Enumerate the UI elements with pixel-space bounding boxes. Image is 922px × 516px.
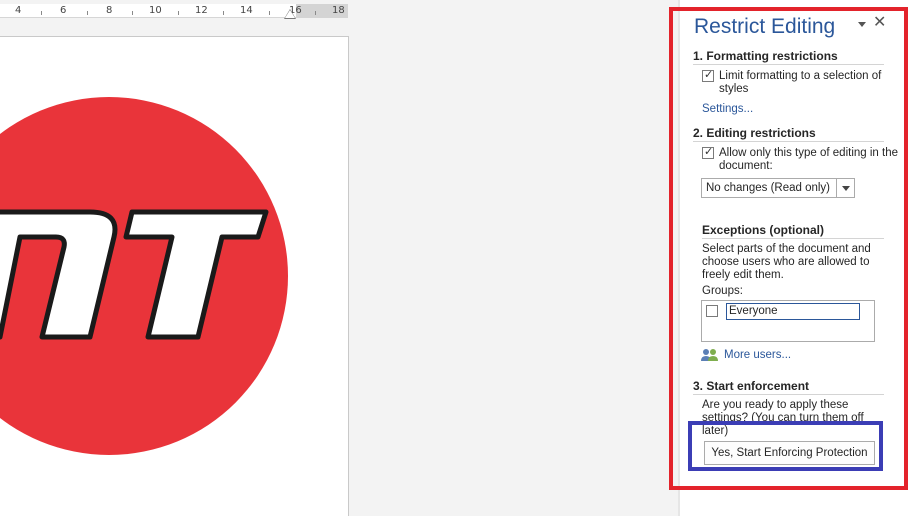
horizontal-ruler[interactable]: 4 6 8 10 12 14 16 18 xyxy=(0,4,348,19)
ruler-tick xyxy=(87,11,88,15)
ruler-tick xyxy=(41,11,42,15)
ruler-number: 4 xyxy=(15,5,22,16)
ruler-tick xyxy=(132,11,133,15)
ruler-tick xyxy=(178,11,179,15)
company-logo xyxy=(0,97,288,455)
ruler-number: 10 xyxy=(149,5,162,16)
ruler-number: 14 xyxy=(240,5,253,16)
ruler-number: 8 xyxy=(106,5,113,16)
pane-highlight-frame xyxy=(669,7,908,490)
ruler-number: 12 xyxy=(195,5,208,16)
document-page[interactable] xyxy=(0,36,349,516)
ruler-tick xyxy=(315,11,316,15)
logo-circle xyxy=(0,97,288,455)
document-area: 4 6 8 10 12 14 16 18 xyxy=(0,0,680,516)
ruler-tick xyxy=(223,11,224,15)
ruler-number: 6 xyxy=(60,5,67,16)
ruler-tick xyxy=(269,11,270,15)
right-indent-marker-fill xyxy=(285,10,295,18)
ruler-number: 18 xyxy=(332,5,345,16)
button-highlight-frame xyxy=(688,421,883,471)
